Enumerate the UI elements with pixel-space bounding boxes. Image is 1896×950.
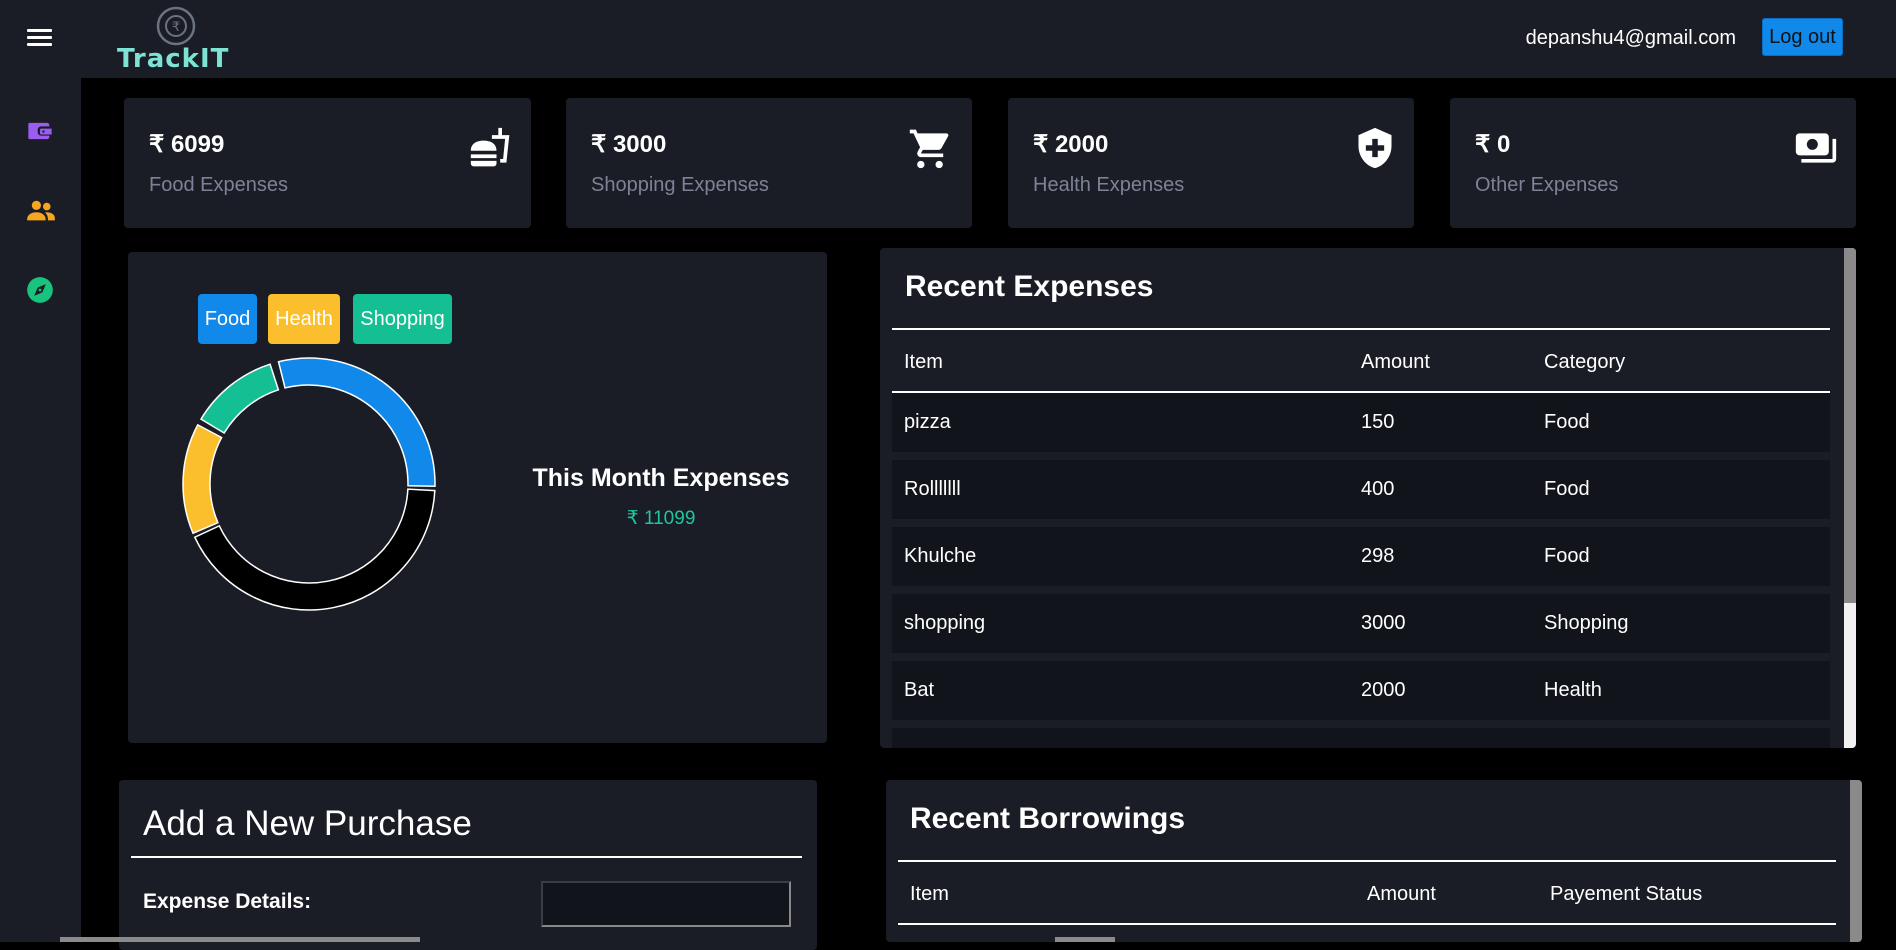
- divider: [131, 856, 802, 858]
- cell-amount: 150: [1361, 411, 1395, 433]
- month-expenses-title: This Month Expenses: [532, 464, 790, 492]
- table-row[interactable]: pizza 150 Food: [892, 393, 1830, 452]
- cell-amount: 3000: [1361, 612, 1406, 634]
- table-row[interactable]: Khulche 298 Food: [892, 527, 1830, 586]
- borrowings-scrollbar[interactable]: [1850, 780, 1862, 942]
- cell-category: Health: [1544, 679, 1602, 701]
- other-expenses-label: Other Expenses: [1475, 174, 1619, 196]
- recent-expenses-panel: Recent Expenses Item Amount Category piz…: [880, 248, 1856, 748]
- food-expenses-card: ₹ 6099 Food Expenses: [124, 98, 531, 228]
- food-expenses-label: Food Expenses: [149, 174, 288, 196]
- cell-item: Khulche: [904, 545, 977, 567]
- column-header-item: Item: [904, 351, 943, 373]
- svg-text:₹: ₹: [172, 20, 180, 35]
- shopping-expenses-value: ₹ 3000: [591, 131, 667, 158]
- horizontal-scrollbar-thumb[interactable]: [1055, 937, 1115, 942]
- chart-slice-food[interactable]: [277, 357, 436, 487]
- chart-slice-health[interactable]: [182, 423, 223, 535]
- health-expenses-value: ₹ 2000: [1033, 131, 1109, 158]
- table-row[interactable]: Bat 2000 Health: [892, 661, 1830, 720]
- new-purchase-title: Add a New Purchase: [143, 804, 472, 843]
- recent-expenses-title: Recent Expenses: [905, 270, 1154, 303]
- cell-category: Shopping: [1544, 612, 1629, 634]
- horizontal-scrollbar[interactable]: [60, 937, 420, 942]
- food-expenses-value: ₹ 6099: [149, 131, 225, 158]
- top-bar: ₹ TrackIT depanshu4@gmail.com Log out: [0, 0, 1896, 78]
- table-row[interactable]: Rolllllll 400 Food: [892, 460, 1830, 519]
- new-purchase-form: Add a New Purchase Expense Details:: [119, 780, 817, 950]
- table-row[interactable]: shopping 3000 Shopping: [892, 594, 1830, 653]
- chart-slice-other[interactable]: [193, 488, 436, 611]
- cell-category: Food: [1544, 478, 1590, 500]
- health-shield-icon: [1353, 126, 1397, 170]
- table-row[interactable]: [892, 728, 1830, 748]
- expense-details-label: Expense Details:: [143, 890, 312, 913]
- column-header-amount: Amount: [1361, 351, 1430, 373]
- hamburger-menu-icon[interactable]: [27, 29, 52, 47]
- cell-amount: 400: [1361, 478, 1395, 500]
- compass-icon[interactable]: [26, 276, 54, 304]
- chart-slice-shopping[interactable]: [199, 363, 280, 435]
- user-email: depanshu4@gmail.com: [1525, 27, 1736, 49]
- other-expenses-value: ₹ 0: [1475, 131, 1511, 158]
- column-header-payment-status: Payement Status: [1550, 883, 1703, 905]
- cell-item: shopping: [904, 612, 986, 634]
- other-expenses-card: ₹ 0 Other Expenses: [1450, 98, 1856, 228]
- expense-chart-panel: Food Health Shopping This Month Expenses…: [128, 252, 827, 743]
- column-header-item: Item: [910, 883, 949, 905]
- shopping-expenses-card: ₹ 3000 Shopping Expenses: [566, 98, 972, 228]
- health-expenses-card: ₹ 2000 Health Expenses: [1008, 98, 1414, 228]
- divider: [898, 923, 1836, 925]
- wallet-icon[interactable]: [26, 117, 54, 145]
- divider: [892, 328, 1830, 330]
- shopping-expenses-label: Shopping Expenses: [591, 174, 769, 196]
- fastfood-icon: [469, 126, 513, 170]
- money-icon: [1794, 126, 1838, 170]
- app-name: TrackIT: [117, 44, 230, 74]
- cell-amount: 2000: [1361, 679, 1406, 701]
- cell-item: Rolllllll: [904, 478, 961, 500]
- logo-target-icon: ₹: [156, 6, 196, 46]
- column-header-amount: Amount: [1367, 883, 1436, 905]
- health-expenses-label: Health Expenses: [1033, 174, 1185, 196]
- cart-icon: [908, 126, 952, 170]
- cell-category: Food: [1544, 411, 1590, 433]
- expenses-scrollbar-thumb[interactable]: [1844, 248, 1856, 603]
- expense-details-input[interactable]: [541, 881, 791, 927]
- cell-item: Bat: [904, 679, 935, 701]
- recent-borrowings-panel: Recent Borrowings Item Amount Payement S…: [886, 780, 1862, 942]
- divider: [898, 860, 1836, 862]
- doughnut-chart: [182, 357, 436, 611]
- column-header-category: Category: [1544, 351, 1626, 373]
- recent-borrowings-title: Recent Borrowings: [910, 802, 1186, 835]
- sidebar: [0, 78, 81, 942]
- cell-category: Food: [1544, 545, 1590, 567]
- people-icon[interactable]: [26, 196, 55, 224]
- cell-item: pizza: [904, 411, 951, 433]
- month-expenses-total: ₹ 11099: [626, 508, 696, 529]
- app-logo[interactable]: ₹ TrackIT: [115, 6, 240, 74]
- cell-amount: 298: [1361, 545, 1395, 567]
- logout-button[interactable]: Log out: [1762, 18, 1843, 56]
